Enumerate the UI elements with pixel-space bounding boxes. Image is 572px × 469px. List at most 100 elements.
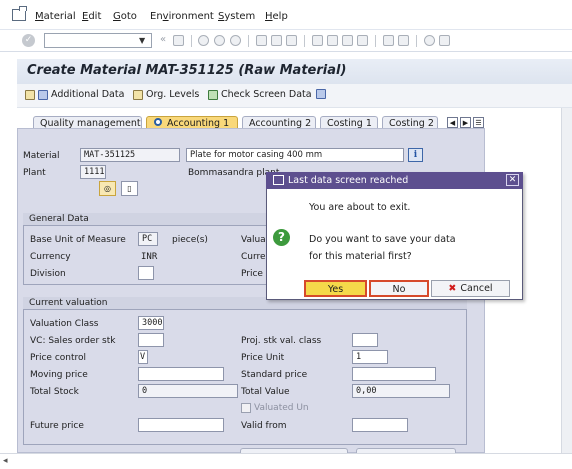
horizontal-scrollbar[interactable] [0, 453, 572, 469]
vc-sales-order-label: VC: Sales order stk [30, 336, 116, 346]
plant-field: 1111 [80, 165, 106, 179]
base-uom-text: piece(s) [172, 235, 208, 245]
toolbar-separator [248, 35, 249, 47]
print-icon[interactable] [256, 35, 267, 46]
tab-scroll-right-icon[interactable]: ▶ [460, 117, 471, 128]
menu-mnemonic: E [82, 11, 89, 22]
price-unit-label: Price Unit [241, 353, 285, 363]
price-unit-field[interactable]: 1 [352, 350, 388, 364]
valuated-un-checkbox[interactable] [241, 403, 251, 413]
menu-environment[interactable]: Environment [150, 11, 214, 22]
moving-price-field[interactable] [138, 367, 224, 381]
dialog-message-line-1: You are about to exit. [309, 202, 411, 213]
exit-icon[interactable] [214, 35, 225, 46]
menu-mnemonic: v [162, 11, 169, 22]
standard-price-label: Standard price [241, 370, 308, 380]
document-icon[interactable]: ▯ [121, 181, 138, 196]
vertical-scrollbar[interactable] [561, 108, 572, 453]
org-levels-label: Org. Levels [146, 89, 200, 100]
proj-stk-val-class-field[interactable] [352, 333, 378, 347]
active-tab-icon [154, 118, 162, 126]
glasses-icon[interactable]: ◎ [99, 181, 116, 196]
dialog-message-line-2: Do you want to save your data [309, 234, 456, 245]
org-levels-icon [133, 89, 143, 100]
menu-material[interactable]: Material [35, 11, 76, 22]
material-description-field[interactable]: Plate for motor casing 400 mm [186, 148, 404, 162]
tab-scroll-left-icon[interactable]: ◀ [447, 117, 458, 128]
menu-goto[interactable]: Goto [113, 11, 137, 22]
check-data-icon [208, 89, 218, 100]
back-double-icon[interactable]: « [160, 34, 166, 45]
valid-from-label: Valid from [241, 421, 287, 431]
menu-mnemonic: H [265, 11, 273, 22]
valuation-class-label: Valuation Class [30, 319, 99, 329]
check-screen-data-button[interactable]: Check Screen Data [208, 89, 312, 100]
total-value-label: Total Value [241, 387, 290, 397]
command-field[interactable] [44, 33, 152, 48]
previous-page-icon[interactable] [327, 35, 338, 46]
question-icon: ? [273, 229, 290, 246]
valid-from-field[interactable] [352, 418, 408, 432]
back-icon[interactable] [198, 35, 209, 46]
moving-price-label: Moving price [30, 370, 88, 380]
toolbar-separator [416, 35, 417, 47]
menu-mnemonic: S [218, 11, 225, 22]
cancel-label: Cancel [460, 283, 493, 294]
org-levels-button[interactable]: Org. Levels [133, 89, 199, 100]
no-button[interactable]: No [369, 280, 429, 297]
check-screen-data-label: Check Screen Data [221, 89, 312, 100]
help-icon[interactable] [424, 35, 435, 46]
plant-label: Plant [23, 168, 46, 178]
scroll-left-icon[interactable]: ◂ [3, 456, 8, 466]
toolbar-separator [191, 35, 192, 47]
sap-menu-icon[interactable] [12, 6, 27, 21]
standard-price-field[interactable] [352, 367, 436, 381]
info-icon[interactable]: i [408, 148, 423, 162]
new-session-icon[interactable] [383, 35, 394, 46]
next-page-icon[interactable] [342, 35, 353, 46]
first-page-icon[interactable] [312, 35, 323, 46]
dialog-message-line-3: for this material first? [309, 251, 412, 262]
total-value-field: 0,00 [352, 384, 450, 398]
price-control-label: Price control [30, 353, 87, 363]
command-dropdown-icon[interactable]: ▼ [139, 36, 145, 45]
find-next-icon[interactable] [286, 35, 297, 46]
future-price-label: Future price [30, 421, 84, 431]
base-uom-field: PC [138, 232, 158, 246]
dialog-title: Last data screen reached [288, 175, 409, 186]
additional-data-button[interactable]: Additional Data [25, 89, 124, 100]
page-title: Create Material MAT-351125 (Raw Material… [27, 63, 347, 78]
menu-edit[interactable]: Edit [82, 11, 101, 22]
shortcut-icon[interactable] [398, 35, 409, 46]
customize-layout-icon[interactable] [439, 35, 450, 46]
future-price-field[interactable] [138, 418, 224, 432]
menu-help[interactable]: Help [265, 11, 288, 22]
material-field: MAT-351125 [80, 148, 180, 162]
enter-check-icon[interactable]: ✓ [22, 34, 35, 47]
valuated-un-label: Valuated Un [254, 403, 309, 413]
valuation-class-field[interactable]: 3000 [138, 316, 164, 330]
menu-mnemonic: M [35, 11, 44, 22]
total-stock-field: 0 [138, 384, 238, 398]
select-views-icon [25, 89, 35, 100]
find-icon[interactable] [271, 35, 282, 46]
toolbar-separator [304, 35, 305, 47]
yes-button[interactable]: Yes [304, 280, 367, 297]
material-label: Material [23, 151, 60, 161]
dialog-window-icon [273, 175, 284, 185]
menu-system[interactable]: System [218, 11, 255, 22]
proj-stk-val-class-label: Proj. stk val. class [241, 336, 322, 346]
close-icon[interactable]: ✕ [506, 174, 519, 186]
division-field[interactable] [138, 266, 154, 280]
additional-data-label: Additional Data [51, 89, 125, 100]
price-control-field[interactable]: V [138, 350, 148, 364]
last-page-icon[interactable] [357, 35, 368, 46]
cancel-icon[interactable] [230, 35, 241, 46]
arrow-right-icon [38, 89, 48, 100]
cancel-button[interactable]: ✖ Cancel [431, 280, 510, 297]
base-uom-label: Base Unit of Measure [30, 235, 126, 245]
lock-button[interactable] [316, 89, 326, 99]
vc-sales-order-field[interactable] [138, 333, 164, 347]
tab-list-icon[interactable]: ☰ [473, 117, 484, 128]
save-icon[interactable] [173, 35, 184, 46]
